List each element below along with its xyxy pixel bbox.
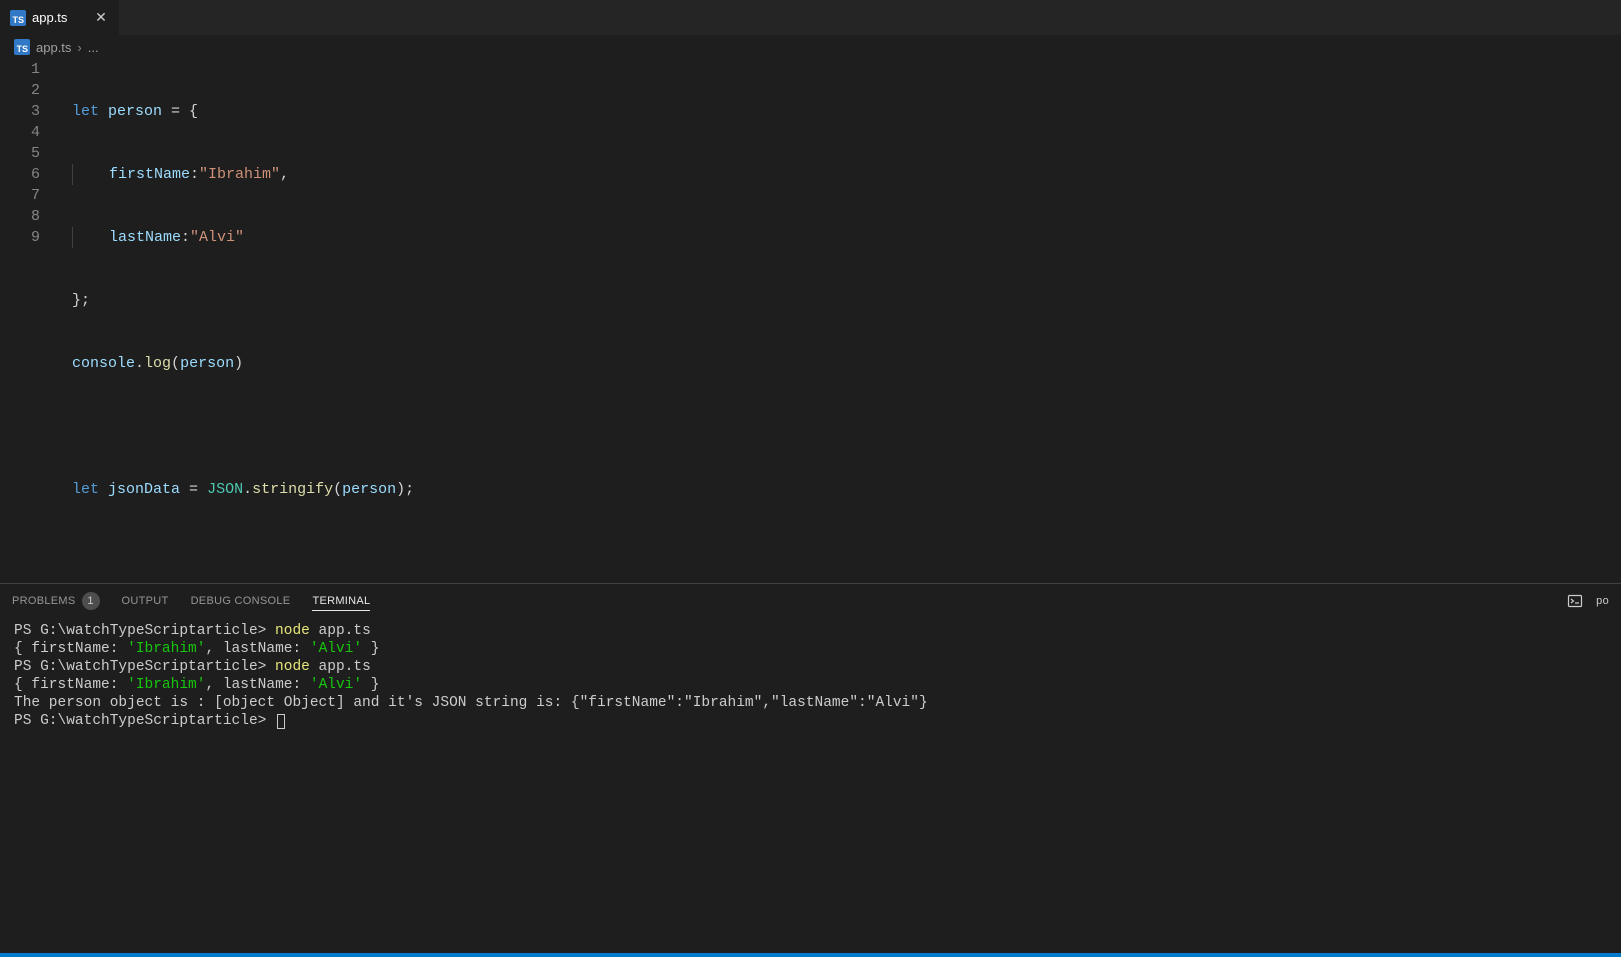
- terminal-command: node: [275, 659, 310, 675]
- argument: person: [342, 481, 396, 498]
- keyword: let: [72, 103, 99, 120]
- string: "Alvi": [190, 229, 244, 246]
- tab-debug-console[interactable]: DEBUG CONSOLE: [191, 595, 291, 607]
- class: JSON: [207, 481, 243, 498]
- terminal-output-line: The person object is : [object Object] a…: [14, 695, 928, 711]
- panel-tab-label: PROBLEMS: [12, 595, 76, 607]
- terminal-profile-label[interactable]: po: [1596, 595, 1609, 607]
- keyword: let: [72, 481, 99, 498]
- terminal-cursor: [277, 714, 285, 729]
- terminal-prompt: PS G:\watchTypeScriptarticle>: [14, 713, 275, 729]
- object: console: [72, 355, 135, 372]
- string: "Ibrahim": [199, 166, 280, 183]
- punctuation: = {: [162, 103, 198, 120]
- property: lastName: [109, 229, 181, 246]
- panel-tab-label: DEBUG CONSOLE: [191, 595, 291, 607]
- terminal-prompt: PS G:\watchTypeScriptarticle>: [14, 623, 275, 639]
- typescript-icon: TS: [14, 39, 30, 55]
- line-number-gutter: 123456789: [0, 59, 58, 583]
- breadcrumb[interactable]: TS app.ts › ...: [0, 35, 1621, 59]
- argument: person: [180, 355, 234, 372]
- tab-terminal[interactable]: TERMINAL: [312, 595, 370, 611]
- code-content[interactable]: let person = { firstName:"Ibrahim", last…: [58, 59, 1621, 583]
- terminal-prompt: PS G:\watchTypeScriptarticle>: [14, 659, 275, 675]
- terminal-arg: app.ts: [310, 623, 371, 639]
- punctuation: };: [72, 292, 90, 309]
- problems-count-badge: 1: [82, 592, 100, 610]
- breadcrumb-rest: ...: [88, 40, 99, 55]
- method: log: [144, 355, 171, 372]
- panel-tab-label: OUTPUT: [122, 595, 169, 607]
- variable: jsonData: [108, 481, 180, 498]
- tab-bar: TS app.ts ✕: [0, 0, 1621, 35]
- property: firstName: [109, 166, 190, 183]
- breadcrumb-file: app.ts: [36, 40, 71, 55]
- tab-output[interactable]: OUTPUT: [122, 595, 169, 607]
- panel-tab-bar: PROBLEMS 1 OUTPUT DEBUG CONSOLE TERMINAL: [0, 584, 1621, 618]
- panel-tab-label: TERMINAL: [312, 595, 370, 607]
- terminal-arg: app.ts: [310, 659, 371, 675]
- variable: person: [108, 103, 162, 120]
- status-bar[interactable]: [0, 953, 1621, 957]
- method: stringify: [252, 481, 333, 498]
- terminal-output[interactable]: PS G:\watchTypeScriptarticle> node app.t…: [0, 618, 1621, 953]
- terminal-command: node: [275, 623, 310, 639]
- close-icon[interactable]: ✕: [93, 10, 109, 26]
- terminal-launch-icon[interactable]: [1566, 592, 1584, 610]
- tab-app-ts[interactable]: TS app.ts ✕: [0, 0, 120, 35]
- tab-problems[interactable]: PROBLEMS 1: [12, 592, 100, 610]
- chevron-right-icon: ›: [77, 40, 81, 55]
- code-editor[interactable]: 123456789 let person = { firstName:"Ibra…: [0, 59, 1621, 583]
- bottom-panel: PROBLEMS 1 OUTPUT DEBUG CONSOLE TERMINAL: [0, 583, 1621, 953]
- tab-label: app.ts: [32, 10, 87, 25]
- typescript-icon: TS: [10, 10, 26, 26]
